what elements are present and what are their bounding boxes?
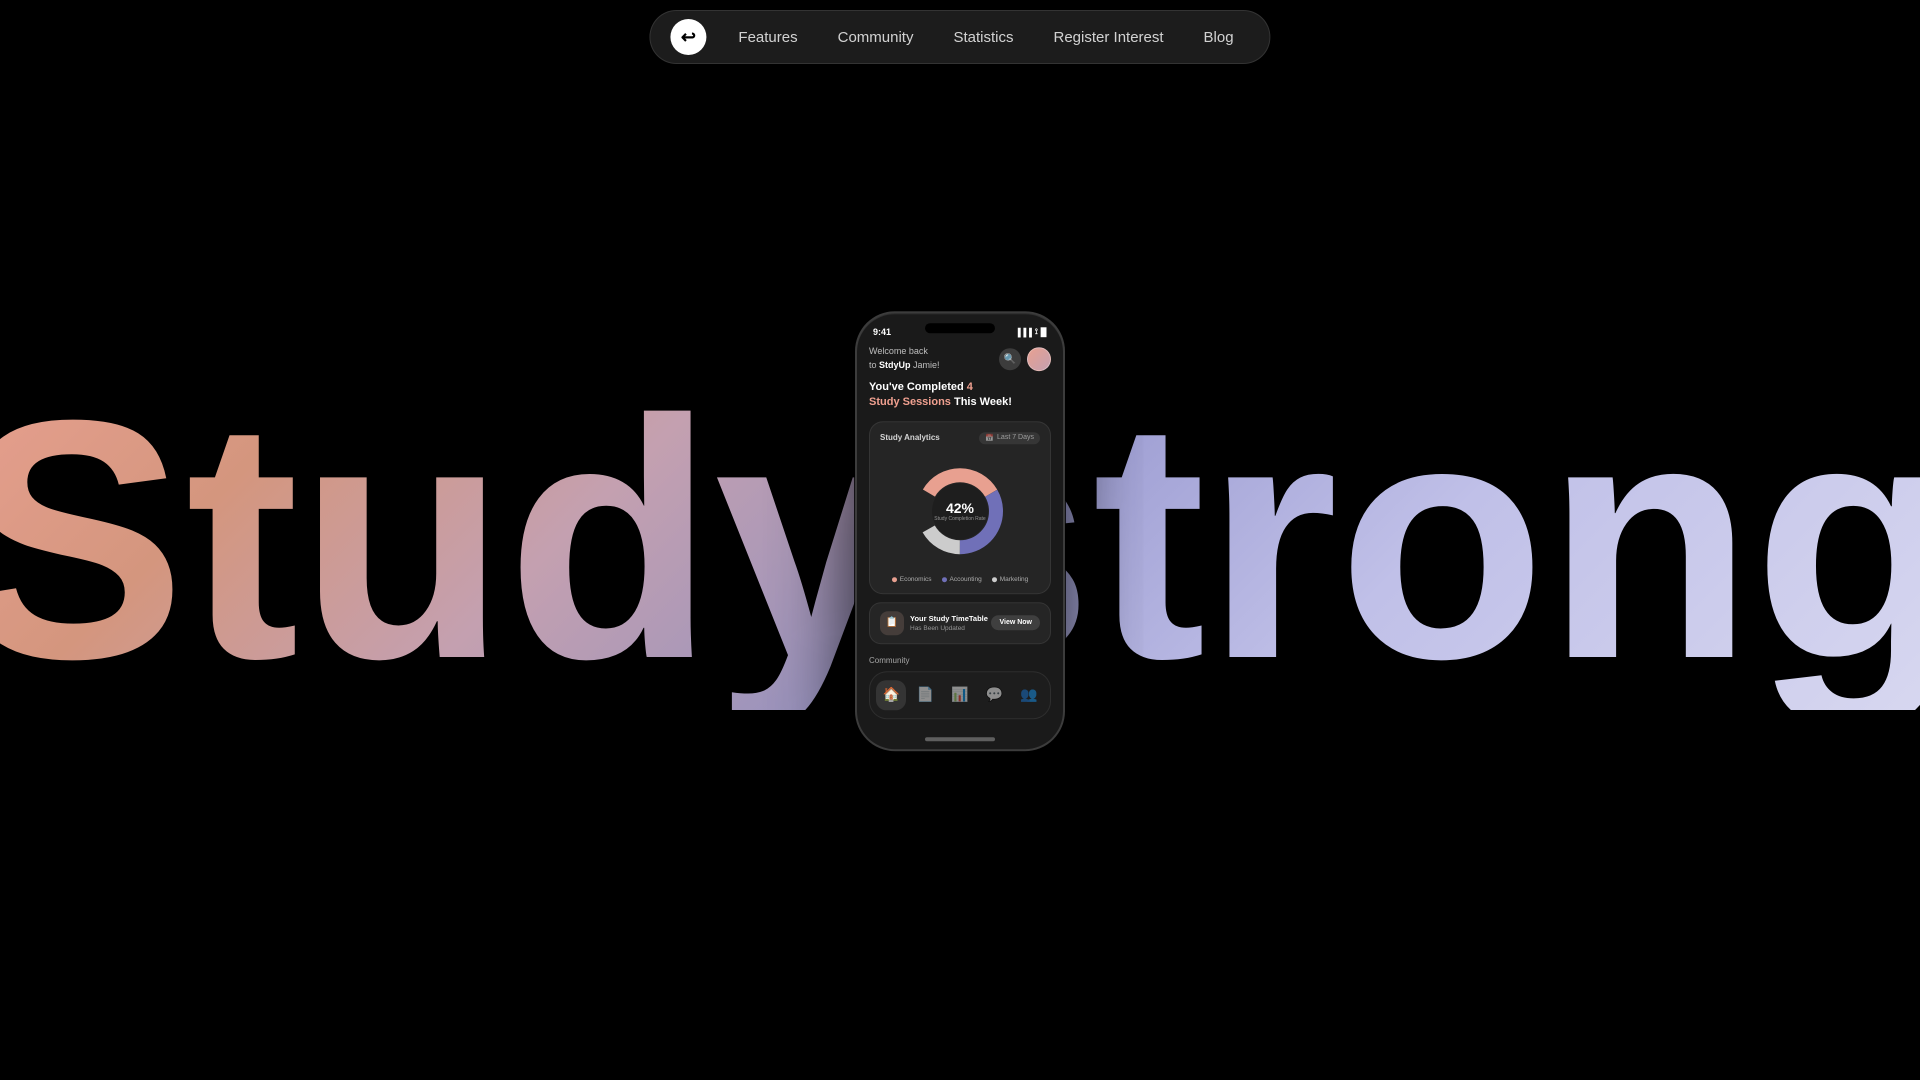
nav-community[interactable]: Community (822, 23, 930, 52)
bottom-nav-stats[interactable]: 📊 (945, 680, 975, 710)
analytics-header: Study Analytics 📅 Last 7 Days (880, 432, 1040, 444)
timetable-left: 📋 Your Study TimeTable Has Been Updated (880, 611, 988, 635)
nav-blog[interactable]: Blog (1188, 23, 1250, 52)
bottom-nav: 🏠 📄 📊 💬 👥 (869, 671, 1051, 719)
nav-statistics[interactable]: Statistics (937, 23, 1029, 52)
bg-text-study: Study (0, 370, 903, 710)
welcome-brand: StdyUp (879, 360, 911, 370)
view-now-button[interactable]: View Now (991, 615, 1040, 630)
status-time: 9:41 (873, 327, 891, 337)
search-icon[interactable]: 🔍 (999, 348, 1021, 370)
nav-logo: ↩ (670, 19, 706, 55)
analytics-filter[interactable]: 📅 Last 7 Days (979, 432, 1040, 444)
signal-icon: ▐▐▐ (1015, 328, 1032, 337)
sessions-text: You've Completed 4 Study Sessions This W… (869, 380, 1051, 411)
phone: 9:41 ▐▐▐ ⟟ ▉ Welcome back to StdyUp Jami… (855, 311, 1065, 751)
welcome-icons: 🔍 (999, 347, 1051, 371)
nav-register-interest[interactable]: Register Interest (1038, 23, 1180, 52)
bottom-nav-documents[interactable]: 📄 (911, 680, 941, 710)
legend-label-marketing: Marketing (1000, 576, 1029, 583)
welcome-line2-prefix: to (869, 360, 879, 370)
nav-features[interactable]: Features (722, 23, 813, 52)
timetable-card: 📋 Your Study TimeTable Has Been Updated … (869, 602, 1051, 644)
community-section: Community 🏠 📄 📊 💬 👥 (869, 652, 1051, 719)
timetable-icon: 📋 (880, 611, 904, 635)
donut-center: 42% Study Completion Rate (934, 500, 985, 522)
wifi-icon: ⟟ (1035, 327, 1038, 337)
legend-economics: Economics (892, 576, 932, 583)
welcome-text: Welcome back to StdyUp Jamie! (869, 345, 940, 372)
bottom-nav-home[interactable]: 🏠 (876, 680, 906, 710)
phone-wrapper: 9:41 ▐▐▐ ⟟ ▉ Welcome back to StdyUp Jami… (855, 311, 1065, 751)
donut-percent: 42% (934, 500, 985, 516)
calendar-icon: 📅 (985, 434, 994, 442)
legend-dot-economics (892, 577, 897, 582)
avatar[interactable] (1027, 347, 1051, 371)
legend-dot-marketing (992, 577, 997, 582)
legend-marketing: Marketing (992, 576, 1029, 583)
bottom-nav-chat[interactable]: 💬 (979, 680, 1009, 710)
welcome-line2-suffix: Jamie! (911, 360, 940, 370)
analytics-title: Study Analytics (880, 433, 940, 442)
community-title: Community (869, 656, 1051, 665)
legend-dot-accounting (942, 577, 947, 582)
legend-label-economics: Economics (900, 576, 932, 583)
analytics-card: Study Analytics 📅 Last 7 Days (869, 421, 1051, 594)
chart-legend: Economics Accounting Marketing (880, 576, 1040, 583)
legend-label-accounting: Accounting (950, 576, 982, 583)
welcome-row: Welcome back to StdyUp Jamie! 🔍 (869, 345, 1051, 372)
phone-content: Welcome back to StdyUp Jamie! 🔍 You've C… (857, 341, 1063, 741)
analytics-filter-label: Last 7 Days (997, 434, 1034, 441)
legend-accounting: Accounting (942, 576, 982, 583)
bottom-nav-community[interactable]: 👥 (1014, 680, 1044, 710)
sessions-line2: Study Sessions This Week! (869, 397, 1012, 409)
timetable-subtitle: Has Been Updated (910, 625, 988, 632)
donut-label: Study Completion Rate (934, 516, 985, 522)
navbar: ↩ Features Community Statistics Register… (649, 10, 1270, 64)
sessions-count: 4 (967, 381, 973, 393)
timetable-title: Your Study TimeTable (910, 614, 988, 625)
welcome-line1: Welcome back (869, 346, 928, 356)
phone-home-indicator (925, 737, 995, 741)
status-icons: ▐▐▐ ⟟ ▉ (1015, 327, 1047, 337)
timetable-text-block: Your Study TimeTable Has Been Updated (910, 614, 988, 632)
dynamic-island (925, 323, 995, 333)
sessions-prefix: You've Completed (869, 381, 967, 393)
donut-container: 42% Study Completion Rate (880, 452, 1040, 570)
battery-icon: ▉ (1041, 328, 1047, 337)
